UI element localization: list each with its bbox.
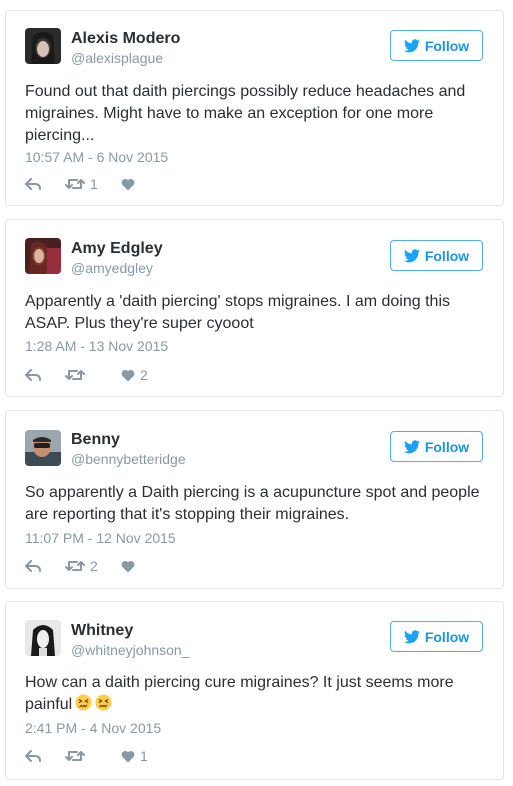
reply-button[interactable] [25, 178, 65, 190]
retweet-button[interactable] [65, 369, 121, 381]
follow-button[interactable]: Follow [390, 621, 483, 652]
confounded-face-emoji [75, 694, 92, 718]
avatar[interactable] [25, 620, 61, 656]
heart-icon [121, 369, 135, 382]
twitter-bird-icon [403, 248, 420, 263]
timestamp[interactable]: 10:57 AM - 6 Nov 2015 [25, 149, 168, 165]
follow-label: Follow [424, 628, 470, 645]
retweet-count: 1 [90, 176, 98, 192]
twitter-bird-icon [403, 629, 420, 644]
follow-label: Follow [424, 247, 470, 264]
retweet-icon [65, 369, 85, 381]
follow-label: Follow [424, 438, 470, 455]
heart-icon [121, 750, 135, 763]
like-button[interactable]: 2 [121, 367, 171, 383]
user-handle[interactable]: @alexisplague [71, 50, 163, 66]
tweet-card: Whitney @whitneyjohnson_ Follow How can … [5, 601, 504, 780]
confounded-face-emoji [95, 694, 112, 718]
like-count: 1 [140, 748, 148, 764]
reply-arrow-icon [25, 560, 41, 572]
reply-arrow-icon [25, 178, 41, 190]
tweet-card: Alexis Modero @alexisplague Follow Found… [5, 10, 504, 206]
like-button[interactable] [121, 560, 171, 573]
retweet-icon [65, 750, 85, 762]
tweet-text: So apparently a Daith piercing is a acup… [25, 484, 480, 523]
reply-button[interactable] [25, 750, 65, 762]
timestamp[interactable]: 2:41 PM - 4 Nov 2015 [25, 720, 161, 736]
tweet-card: Amy Edgley @amyedgley Follow Apparently … [5, 219, 504, 397]
tweet-card: Benny @bennybetteridge Follow So apparen… [5, 410, 504, 589]
timestamp[interactable]: 11:07 PM - 12 Nov 2015 [25, 530, 176, 546]
user-handle[interactable]: @bennybetteridge [71, 451, 186, 467]
reply-arrow-icon [25, 369, 41, 381]
tweet-actions: 1 [25, 174, 171, 194]
display-name[interactable]: Alexis Modero [71, 30, 180, 48]
like-button[interactable] [121, 178, 171, 191]
tweet-actions: 2 [25, 556, 171, 576]
like-button[interactable]: 1 [121, 748, 171, 764]
follow-button[interactable]: Follow [390, 30, 483, 61]
retweet-icon [65, 560, 85, 572]
user-handle[interactable]: @amyedgley [71, 260, 153, 276]
tweet-actions: 2 [25, 365, 171, 385]
reply-arrow-icon [25, 750, 41, 762]
twitter-bird-icon [403, 439, 420, 454]
follow-button[interactable]: Follow [390, 240, 483, 271]
retweet-button[interactable]: 1 [65, 176, 121, 192]
heart-icon [121, 560, 135, 573]
follow-button[interactable]: Follow [390, 431, 483, 462]
tweet-text: Found out that daith piercings possibly … [25, 83, 466, 144]
avatar[interactable] [25, 28, 61, 64]
tweet-actions: 1 [25, 746, 171, 766]
avatar[interactable] [25, 238, 61, 274]
retweet-button[interactable] [65, 750, 121, 762]
follow-label: Follow [424, 37, 470, 54]
avatar[interactable] [25, 430, 61, 466]
retweet-button[interactable]: 2 [65, 558, 121, 574]
tweet-text: How can a daith piercing cure migraines?… [25, 672, 485, 718]
retweet-icon [65, 178, 85, 190]
display-name[interactable]: Benny [71, 431, 120, 449]
tweet-text: Apparently a 'daith piercing' stops migr… [25, 293, 450, 332]
reply-button[interactable] [25, 560, 65, 572]
like-count: 2 [140, 367, 148, 383]
reply-button[interactable] [25, 369, 65, 381]
timestamp[interactable]: 1:28 AM - 13 Nov 2015 [25, 338, 168, 354]
twitter-bird-icon [403, 38, 420, 53]
display-name[interactable]: Whitney [71, 622, 133, 640]
user-handle[interactable]: @whitneyjohnson_ [71, 642, 190, 658]
display-name[interactable]: Amy Edgley [71, 240, 163, 258]
retweet-count: 2 [90, 558, 98, 574]
heart-icon [121, 178, 135, 191]
